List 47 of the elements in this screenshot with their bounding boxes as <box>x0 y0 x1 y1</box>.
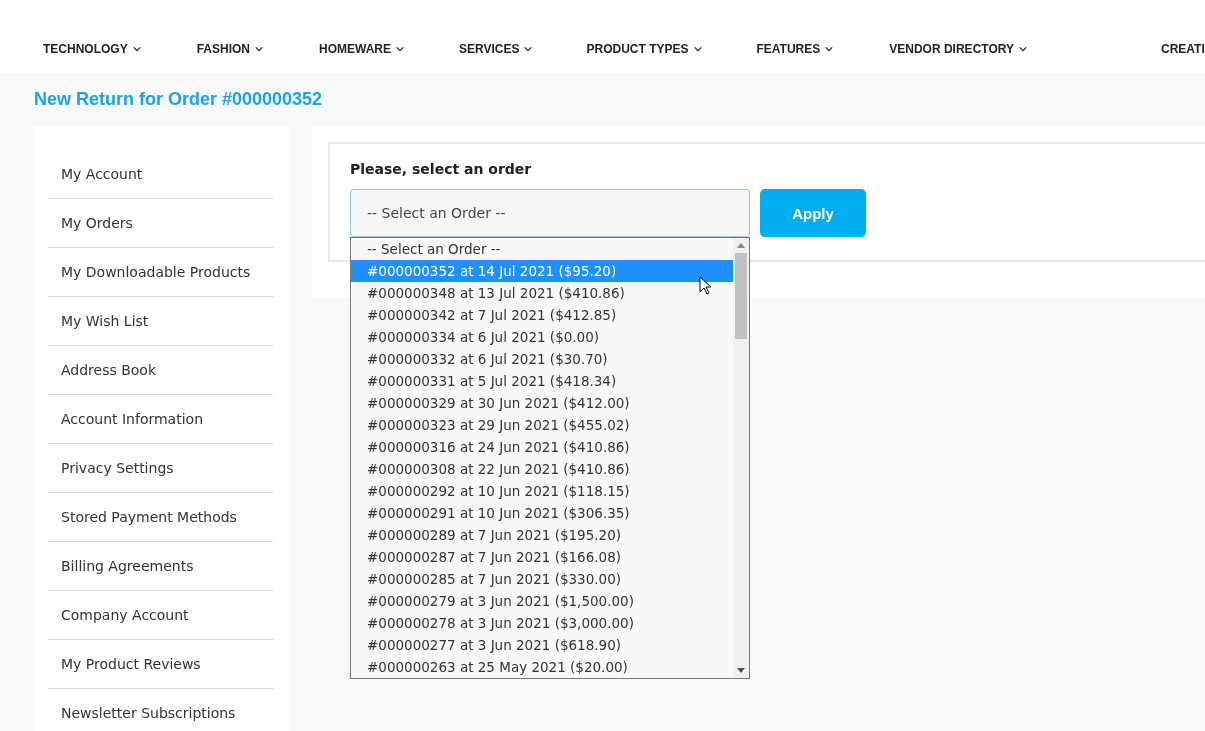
dropdown-option[interactable]: -- Select an Order -- <box>351 238 733 260</box>
sidebar-link[interactable]: Company Account <box>48 591 274 640</box>
dropdown-option[interactable]: #000000348 at 13 Jul 2021 ($410.86) <box>351 282 733 304</box>
sidebar-link[interactable]: My Wish List <box>48 297 274 346</box>
nav-menu-link[interactable]: PRODUCT TYPES <box>586 42 702 56</box>
nav-menu-link[interactable]: HOMEWARE <box>319 42 404 56</box>
dropdown-option[interactable]: #000000263 at 25 May 2021 ($20.00) <box>351 656 733 678</box>
page-title: New Return for Order #000000352 <box>33 88 324 111</box>
sidebar-link[interactable]: Account Information <box>48 395 274 444</box>
dropdown-option[interactable]: #000000292 at 10 Jun 2021 ($118.15) <box>351 480 733 502</box>
scrollbar-thumb[interactable] <box>735 253 747 339</box>
sidebar-link[interactable]: Stored Payment Methods <box>48 493 274 542</box>
field-label: Please, select an order <box>350 161 533 177</box>
dropdown-option[interactable]: #000000329 at 30 Jun 2021 ($412.00) <box>351 392 733 414</box>
nav-menu-link[interactable]: FEATURES <box>756 42 834 56</box>
dropdown-option[interactable]: #000000323 at 29 Jun 2021 ($455.02) <box>351 414 733 436</box>
dropdown-option[interactable]: #000000342 at 7 Jul 2021 ($412.85) <box>351 304 733 326</box>
dropdown-option[interactable]: #000000334 at 6 Jul 2021 ($0.00) <box>351 326 733 348</box>
dropdown-option[interactable]: #000000277 at 3 Jun 2021 ($618.90) <box>351 634 733 656</box>
sidebar-link[interactable]: My Orders <box>48 199 274 248</box>
order-select-field[interactable]: -- Select an Order -- <box>350 189 750 237</box>
dropdown-option[interactable]: #000000289 at 7 Jun 2021 ($195.20) <box>351 524 733 546</box>
sidebar-link[interactable]: My Product Reviews <box>48 640 274 689</box>
sidebar-link[interactable]: Billing Agreements <box>48 542 274 591</box>
nav-menu-link[interactable]: TECHNOLOGY <box>43 42 141 56</box>
dropdown-option[interactable]: #000000308 at 22 Jun 2021 ($410.86) <box>351 458 733 480</box>
nav-menu-link[interactable]: VENDOR DIRECTORY <box>889 42 1027 56</box>
nav-menu-link[interactable]: FASHION <box>196 42 263 56</box>
sidebar-link[interactable]: Address Book <box>48 346 274 395</box>
dropdown-option[interactable]: #000000278 at 3 Jun 2021 ($3,000.00) <box>351 612 733 634</box>
dropdown-option[interactable]: #000000285 at 7 Jun 2021 ($330.00) <box>351 568 733 590</box>
sidebar-link[interactable]: My Downloadable Products <box>48 248 274 297</box>
scroll-up-arrow-icon[interactable] <box>737 243 745 248</box>
dropdown-option[interactable]: #000000279 at 3 Jun 2021 ($1,500.00) <box>351 590 733 612</box>
sidebar-link[interactable]: My Account <box>48 150 274 199</box>
scroll-down-arrow-icon[interactable] <box>737 668 745 673</box>
scrollbar[interactable] <box>733 238 749 678</box>
dropdown-option[interactable]: #000000332 at 6 Jul 2021 ($30.70) <box>351 348 733 370</box>
dropdown-option[interactable]: #000000287 at 7 Jun 2021 ($166.08) <box>351 546 733 568</box>
dropdown-option[interactable]: #000000316 at 24 Jun 2021 ($410.86) <box>351 436 733 458</box>
dropdown-option[interactable]: #000000331 at 5 Jul 2021 ($418.34) <box>351 370 733 392</box>
mouse-pointer-icon <box>699 276 711 295</box>
dropdown-option[interactable]: #000000291 at 10 Jun 2021 ($306.35) <box>351 502 733 524</box>
nav-menu-link[interactable]: SERVICES <box>459 42 533 56</box>
sidebar-link[interactable]: Privacy Settings <box>48 444 274 493</box>
sidebar-link[interactable]: Newsletter Subscriptions <box>48 689 274 731</box>
nav-menu-link[interactable]: CREATI <box>1160 42 1205 56</box>
